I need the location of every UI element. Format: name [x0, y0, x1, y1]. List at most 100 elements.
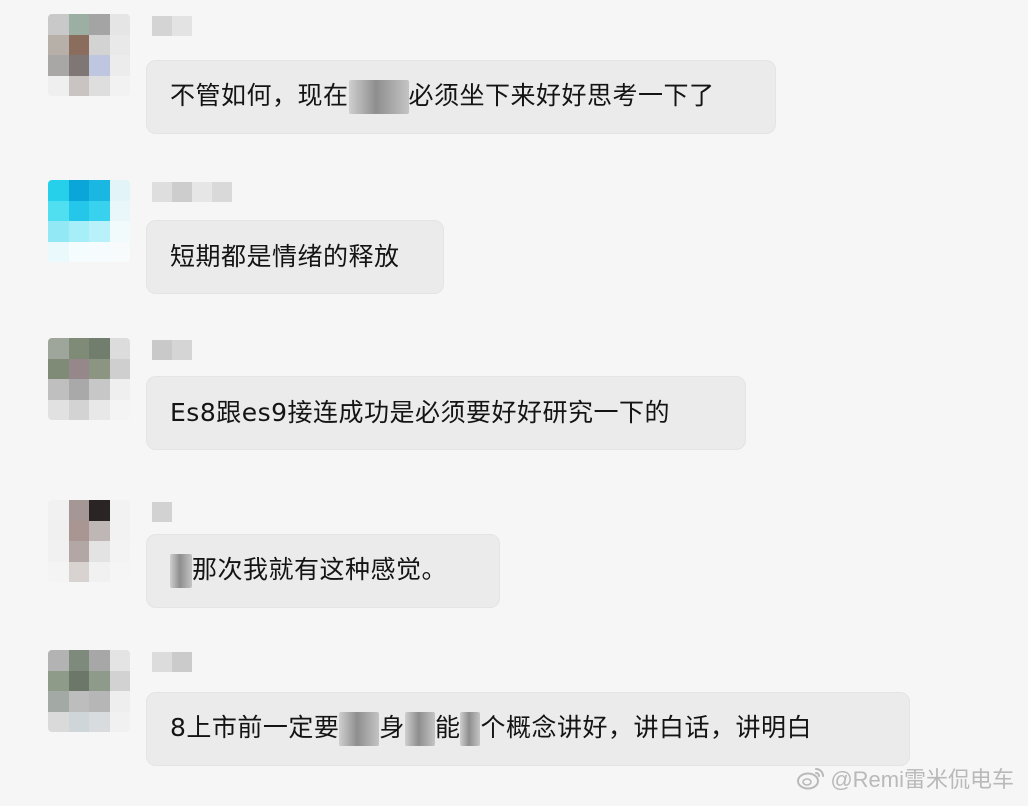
redaction-block [460, 712, 481, 746]
name-redaction-block [152, 182, 172, 202]
avatar-pixel [68, 520, 89, 541]
avatar-pixel [109, 379, 130, 400]
avatar-pixel [68, 221, 89, 242]
avatar-pixel [89, 670, 110, 691]
avatar-pixel [109, 500, 130, 521]
avatar-pixel [109, 180, 130, 201]
avatar-pixel [89, 399, 110, 420]
avatar-pixel [68, 399, 89, 420]
avatar-pixel [109, 34, 130, 55]
avatar-pixel [109, 200, 130, 221]
sender-name-redacted [152, 182, 232, 204]
avatar-pixel [48, 500, 69, 521]
message-text: Es8跟es9接连成功是必须要好好研究一下的 [170, 398, 671, 427]
message-text: 那次我就有这种感觉。 [170, 554, 447, 588]
message-text: 短期都是情绪的释放 [170, 242, 400, 271]
avatar-pixel [48, 180, 69, 201]
avatar-pixel [89, 711, 110, 732]
avatar-pixel [89, 241, 110, 262]
avatar-pixel [48, 399, 69, 420]
avatar-pixel [109, 338, 130, 359]
avatar-pixel [89, 221, 110, 242]
avatar-pixel [68, 200, 89, 221]
avatar-pixel [89, 14, 110, 35]
message-text: 不管如何，现在 必须坐下来好好思考一下了 [170, 80, 715, 114]
redaction-block [339, 712, 380, 746]
avatar-pixel [48, 221, 69, 242]
avatar[interactable] [48, 338, 130, 420]
avatar[interactable] [48, 180, 130, 262]
avatar-pixel [89, 358, 110, 379]
avatar-pixel [48, 55, 69, 76]
avatar-pixel [89, 180, 110, 201]
avatar-pixel [48, 561, 69, 582]
weibo-icon [797, 768, 825, 790]
avatar-pixel [68, 75, 89, 96]
avatar[interactable] [48, 650, 130, 732]
name-redaction-block [152, 652, 172, 672]
avatar-pixel [109, 541, 130, 562]
message-bubble[interactable]: 短期都是情绪的释放 [146, 220, 444, 294]
avatar-pixel [48, 358, 69, 379]
avatar-pixel [109, 691, 130, 712]
watermark: @Remi雷米侃电车 [796, 762, 1014, 794]
avatar[interactable] [48, 14, 130, 96]
name-redaction-block [192, 182, 212, 202]
avatar-pixel [48, 650, 69, 671]
avatar-pixel [89, 338, 110, 359]
avatar-pixel [48, 520, 69, 541]
sender-name-redacted [152, 16, 192, 38]
avatar-pixel [48, 670, 69, 691]
redaction-block [348, 80, 409, 114]
message-bubble[interactable]: 8上市前一定要身能个概念讲好，讲白话，讲明白 [146, 692, 910, 766]
avatar-pixel [68, 561, 89, 582]
avatar-pixel [109, 241, 130, 262]
message-bubble[interactable]: Es8跟es9接连成功是必须要好好研究一下的 [146, 376, 746, 450]
avatar-pixel [48, 541, 69, 562]
name-redaction-block [152, 16, 172, 36]
avatar-pixel [68, 34, 89, 55]
watermark-text: @Remi雷米侃电车 [830, 767, 1014, 792]
avatar-pixel [68, 650, 89, 671]
avatar-pixel [48, 34, 69, 55]
avatar-pixel [48, 338, 69, 359]
avatar-pixel [109, 75, 130, 96]
avatar-pixel [48, 14, 69, 35]
avatar-pixel [89, 650, 110, 671]
avatar-pixel [89, 520, 110, 541]
avatar-pixel [109, 711, 130, 732]
avatar-pixel [89, 691, 110, 712]
message-bubble[interactable]: 不管如何，现在 必须坐下来好好思考一下了 [146, 60, 776, 134]
avatar-pixel [89, 541, 110, 562]
avatar-pixel [89, 200, 110, 221]
avatar-pixel [68, 711, 89, 732]
avatar-pixel [89, 75, 110, 96]
message-text: 8上市前一定要身能个概念讲好，讲白话，讲明白 [170, 712, 812, 746]
avatar-pixel [109, 561, 130, 582]
avatar-pixel [89, 34, 110, 55]
avatar-pixel [89, 379, 110, 400]
avatar-pixel [68, 670, 89, 691]
sender-name-redacted [152, 502, 172, 524]
name-redaction-block [172, 652, 192, 672]
sender-name-redacted [152, 340, 192, 362]
name-redaction-block [152, 502, 172, 522]
avatar[interactable] [48, 500, 130, 582]
avatar-pixel [68, 14, 89, 35]
name-redaction-block [172, 182, 192, 202]
avatar-pixel [109, 399, 130, 420]
avatar-pixel [68, 691, 89, 712]
avatar-pixel [68, 55, 89, 76]
avatar-pixel [48, 711, 69, 732]
avatar-pixel [109, 55, 130, 76]
avatar-pixel [109, 358, 130, 379]
avatar-pixel [68, 338, 89, 359]
avatar-pixel [68, 541, 89, 562]
message-bubble[interactable]: 那次我就有这种感觉。 [146, 534, 500, 608]
avatar-pixel [48, 379, 69, 400]
name-redaction-block [212, 182, 232, 202]
name-redaction-block [172, 16, 192, 36]
avatar-pixel [68, 379, 89, 400]
avatar-pixel [48, 75, 69, 96]
avatar-pixel [109, 520, 130, 541]
